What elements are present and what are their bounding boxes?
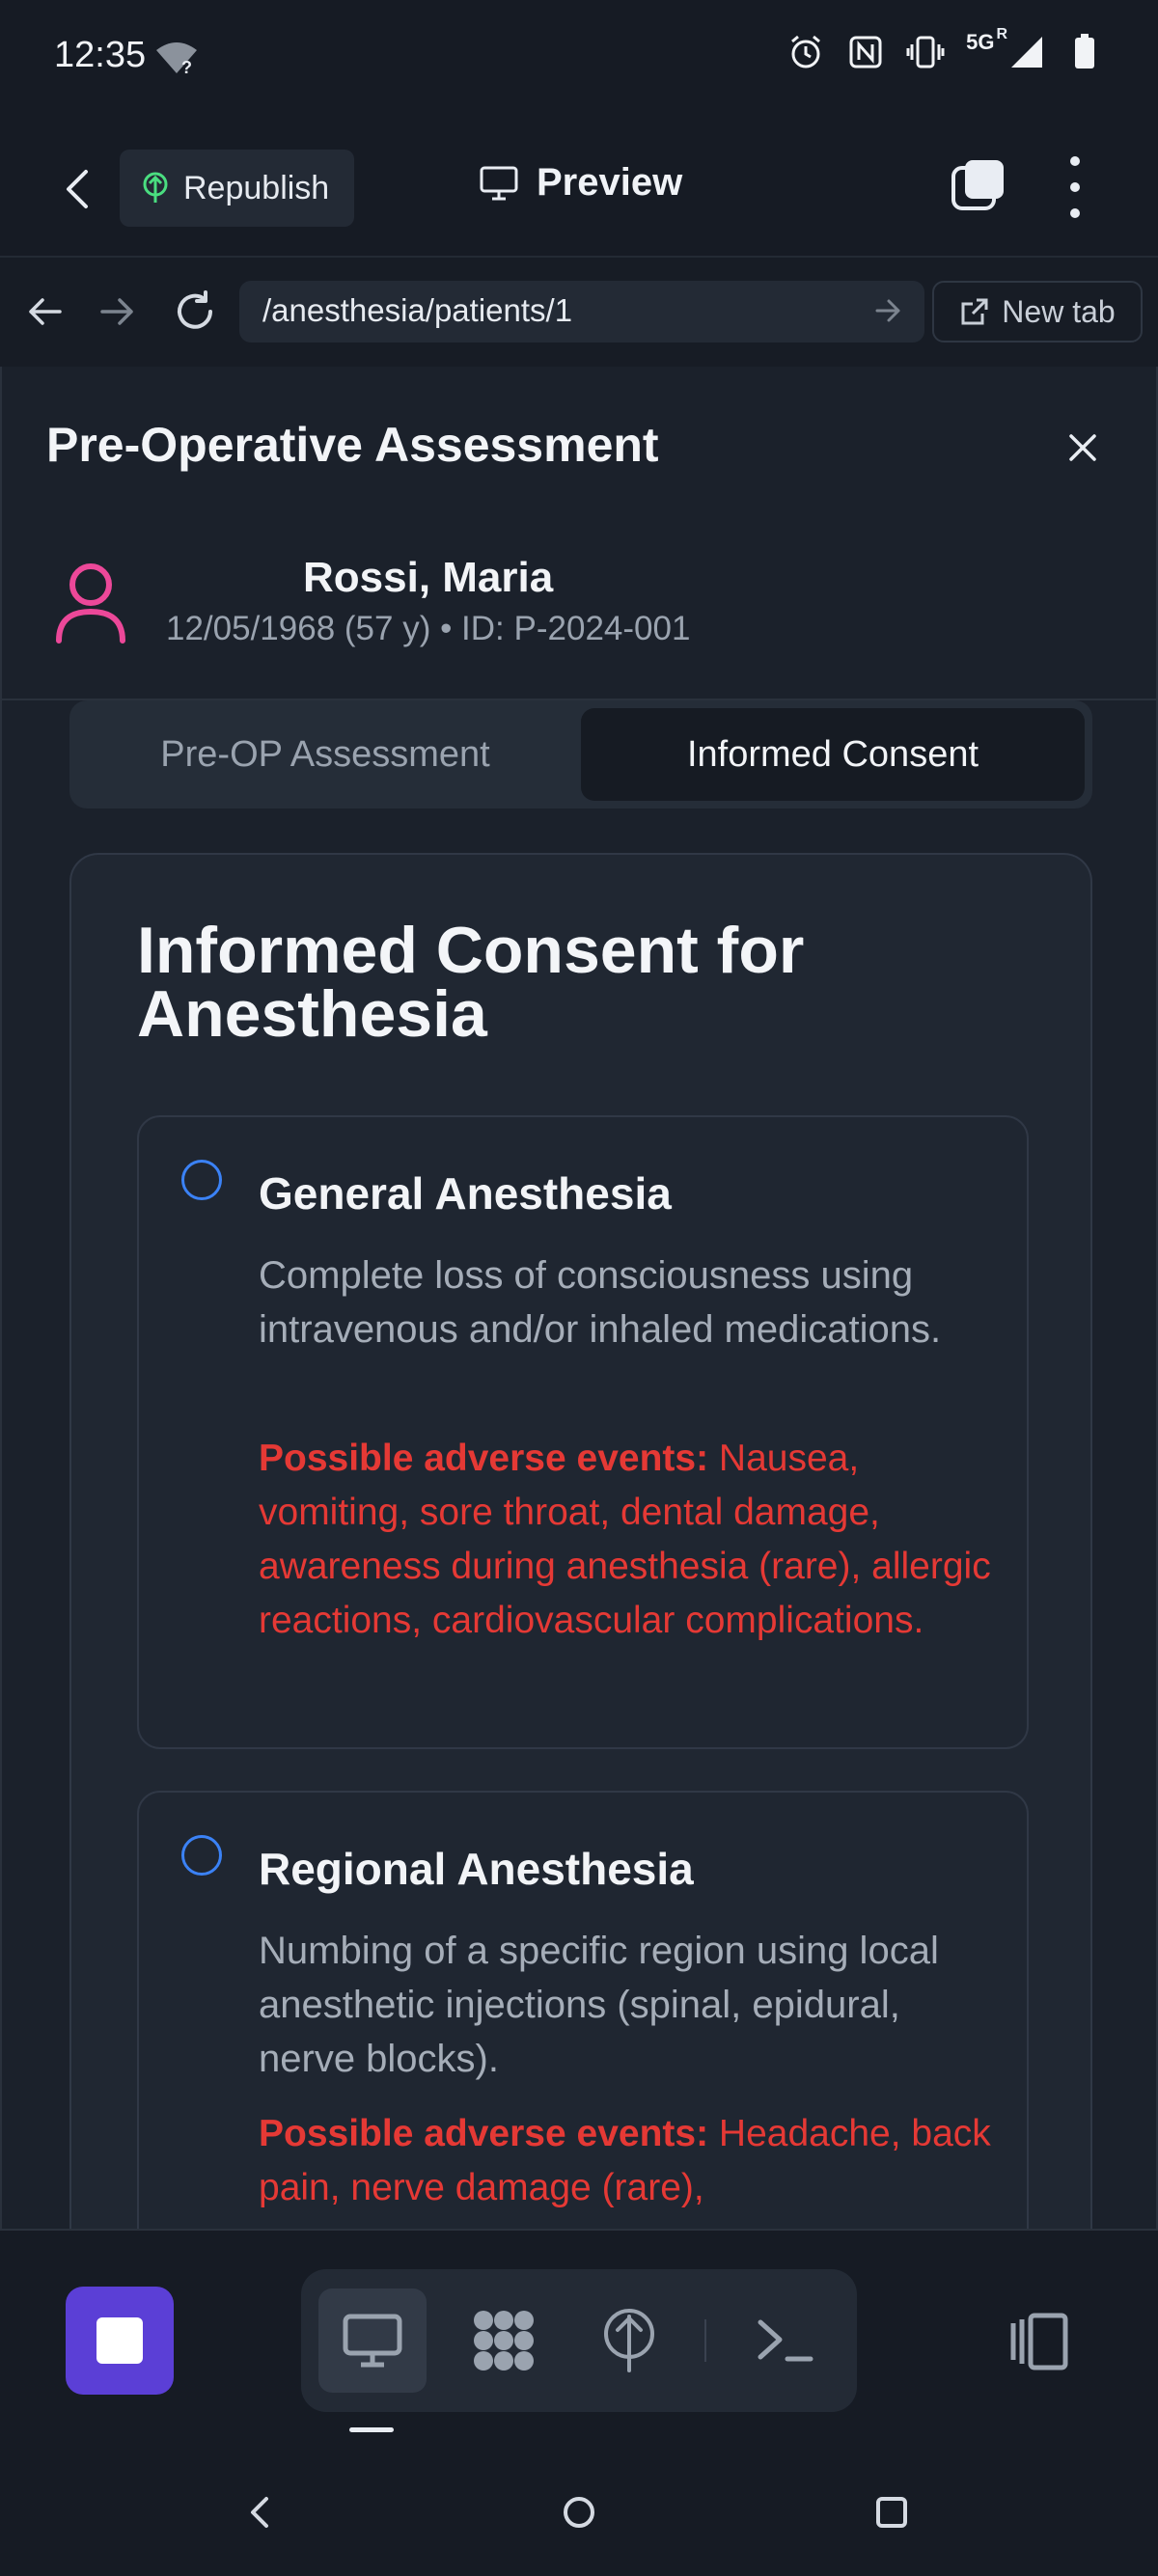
republish-label: Republish xyxy=(183,169,330,206)
more-options-button[interactable] xyxy=(1058,156,1092,218)
republish-button[interactable]: Republish xyxy=(120,150,355,227)
system-recents-button[interactable] xyxy=(867,2487,917,2537)
page-title: Pre-Operative Assessment xyxy=(46,418,659,472)
new-tab-label: New tab xyxy=(1002,293,1116,329)
adverse-events-label: Possible adverse events: xyxy=(259,2113,709,2154)
alarm-icon xyxy=(786,33,825,71)
monitor-icon xyxy=(343,2314,402,2368)
active-tab-indicator xyxy=(349,2427,394,2432)
mode-preview-button[interactable] xyxy=(318,2288,427,2393)
radio-regional-anesthesia[interactable] xyxy=(181,1835,222,1876)
mode-publish-button[interactable] xyxy=(575,2288,683,2393)
url-field[interactable]: /anesthesia/patients/1 xyxy=(239,281,924,343)
divider xyxy=(704,2319,706,2362)
mode-terminal-button[interactable] xyxy=(731,2288,840,2393)
close-button[interactable] xyxy=(1062,426,1104,469)
more-dot-icon xyxy=(1070,182,1080,192)
more-dot-icon xyxy=(1070,156,1080,166)
page-content: Pre-Operative Assessment Rossi, Maria 12… xyxy=(0,367,1158,2229)
mode-code-button[interactable] xyxy=(450,2288,558,2393)
more-dot-icon xyxy=(1070,208,1080,218)
signal-icon: 5G R xyxy=(966,26,1044,69)
republish-icon xyxy=(143,172,168,203)
system-nav-bar xyxy=(0,2451,1158,2576)
status-icons: 5G R xyxy=(786,26,1104,71)
url-text: /anesthesia/patients/1 xyxy=(262,292,573,328)
terminal-icon xyxy=(758,2319,813,2362)
chevron-left-icon xyxy=(67,170,88,208)
consent-title: Informed Consent for Anesthesia xyxy=(137,914,805,1051)
tab-informed-consent[interactable]: Informed Consent xyxy=(581,708,1085,801)
option-adverse-events: Possible adverse events: Headache, back … xyxy=(259,2107,992,2215)
user-icon xyxy=(56,563,125,644)
vibrate-icon xyxy=(906,33,945,71)
external-link-icon xyxy=(961,298,988,325)
stop-icon xyxy=(96,2317,143,2364)
tab-switcher: Pre-OP Assessment Informed Consent xyxy=(69,700,1092,808)
wifi-unknown-icon: ? xyxy=(154,39,199,82)
consent-card: Informed Consent for Anesthesia General … xyxy=(69,853,1092,2229)
close-icon xyxy=(1069,434,1096,461)
preview-label: Preview xyxy=(537,161,683,204)
reload-icon xyxy=(178,290,212,329)
radio-general-anesthesia[interactable] xyxy=(181,1160,222,1200)
browser-back-button[interactable] xyxy=(19,287,69,337)
system-home-button[interactable] xyxy=(554,2487,604,2537)
option-title: Regional Anesthesia xyxy=(259,1844,694,1894)
home-circle-icon xyxy=(564,2497,594,2528)
mode-switcher xyxy=(301,2269,857,2412)
tab-pre-op-assessment[interactable]: Pre-OP Assessment xyxy=(77,708,573,801)
bottom-toolbar xyxy=(0,2229,1158,2453)
option-general-anesthesia[interactable]: General Anesthesia Complete loss of cons… xyxy=(137,1115,1029,1749)
option-regional-anesthesia[interactable]: Regional Anesthesia Numbing of a specifi… xyxy=(137,1791,1029,2229)
network-type-label: 5G xyxy=(966,30,995,54)
arrow-right-icon xyxy=(100,298,133,325)
option-title: General Anesthesia xyxy=(259,1168,672,1219)
split-panel-icon xyxy=(1010,2313,1068,2370)
patient-meta: 12/05/1968 (57 y) • ID: P-2024-001 xyxy=(166,610,691,647)
publish-icon xyxy=(604,2309,654,2372)
nfc-icon xyxy=(846,33,885,71)
status-time: 12:35 xyxy=(54,35,147,75)
svg-text:?: ? xyxy=(181,58,192,77)
stop-button[interactable] xyxy=(66,2287,174,2395)
preview-title: Preview xyxy=(479,161,682,205)
option-description: Complete loss of consciousness using int… xyxy=(259,1254,942,1351)
roaming-label: R xyxy=(996,26,1007,42)
go-arrow-icon[interactable] xyxy=(874,294,903,332)
option-adverse-events: Possible adverse events: Nausea, vomitin… xyxy=(259,1432,992,1648)
adverse-events-label: Possible adverse events: xyxy=(259,1438,709,1479)
recents-square-icon xyxy=(876,2497,907,2528)
back-button[interactable] xyxy=(50,162,104,216)
tabs-overview-button[interactable] xyxy=(950,156,1007,214)
system-back-button[interactable] xyxy=(235,2487,286,2537)
agent-grid-icon xyxy=(474,2311,534,2370)
battery-icon xyxy=(1065,33,1104,71)
avatar xyxy=(54,562,127,644)
monitor-icon xyxy=(480,166,518,200)
option-description: Numbing of a specific region using local… xyxy=(259,1930,939,2080)
patient-name: Rossi, Maria xyxy=(303,554,554,601)
new-tab-button[interactable]: New tab xyxy=(932,281,1143,343)
status-bar: 12:35 ? 5G R xyxy=(0,0,1158,116)
browser-forward-button[interactable] xyxy=(93,287,143,337)
reload-button[interactable] xyxy=(170,287,220,337)
app-bar: Republish Preview xyxy=(0,135,1158,256)
split-panel-button[interactable] xyxy=(1006,2308,1073,2375)
arrow-left-icon xyxy=(29,298,62,325)
chevron-left-icon xyxy=(251,2497,268,2528)
browser-toolbar: /anesthesia/patients/1 New tab xyxy=(0,256,1158,370)
tabs-icon xyxy=(951,160,1004,210)
